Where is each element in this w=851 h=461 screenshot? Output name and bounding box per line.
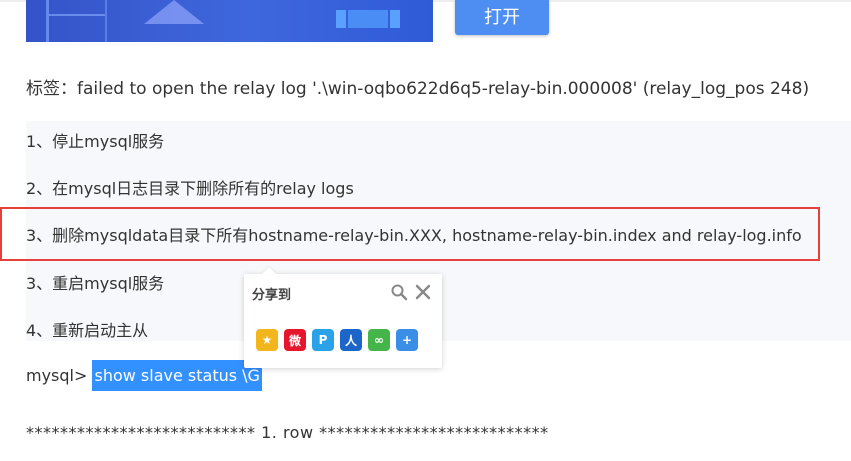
- highlight-annotation-box: [0, 207, 820, 261]
- row-separator-line: *************************** 1. row *****…: [26, 423, 549, 442]
- banner-block: [348, 10, 388, 28]
- command-line: mysql> show slave status \G: [26, 360, 262, 391]
- close-icon[interactable]: [414, 283, 432, 301]
- qzone-icon[interactable]: ★: [256, 329, 278, 351]
- banner-block: [390, 10, 400, 28]
- command-prompt: mysql>: [26, 366, 93, 385]
- share-popup: 分享到 ★ 微 P 人 ∞ +: [244, 267, 442, 368]
- step-4: 3、重启mysql服务: [26, 274, 165, 293]
- banner-ad[interactable]: [26, 0, 433, 42]
- share-title: 分享到: [252, 288, 292, 303]
- banner-triangle: [144, 0, 204, 24]
- open-button[interactable]: 打开: [455, 0, 549, 35]
- banner-block: [336, 10, 346, 28]
- wechat-icon[interactable]: ∞: [368, 329, 390, 351]
- step-1: 1、停止mysql服务: [26, 132, 165, 151]
- more-share-icon[interactable]: +: [396, 329, 418, 351]
- tags-line: 标签：failed to open the relay log '.\win-o…: [26, 79, 810, 99]
- search-icon[interactable]: [390, 283, 408, 301]
- step-2: 2、在mysql日志目录下删除所有的relay logs: [26, 179, 354, 198]
- step-5: 4、重新启动主从: [26, 321, 149, 340]
- weibo-icon[interactable]: 微: [284, 329, 306, 351]
- tencent-weibo-icon[interactable]: P: [312, 329, 334, 351]
- selected-command-text[interactable]: show slave status \G: [92, 360, 262, 391]
- share-icons-row: ★ 微 P 人 ∞ +: [256, 329, 418, 351]
- popup-arrow: [262, 267, 276, 274]
- renren-icon[interactable]: 人: [340, 329, 362, 351]
- banner-decoration: [46, 0, 107, 42]
